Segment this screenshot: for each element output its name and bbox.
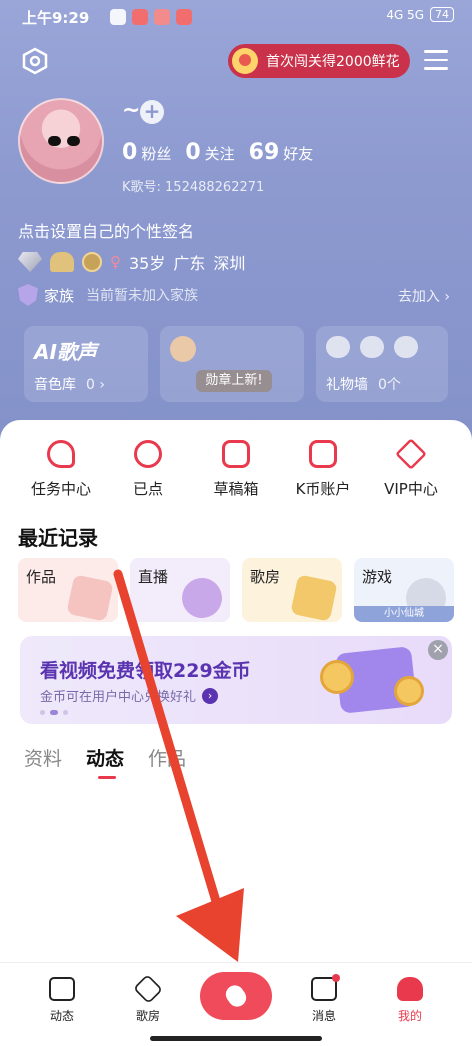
ai-voice-card[interactable]: AI歌声 音色库 0 ›	[24, 326, 148, 402]
nickname[interactable]: ~	[122, 98, 140, 123]
flower-icon	[232, 48, 258, 74]
unread-dot	[332, 974, 340, 982]
nav-me[interactable]: 我的	[380, 977, 440, 1024]
badge-row: ♀ 35岁 广东 深圳	[18, 250, 245, 274]
gold-coin-icon	[320, 660, 354, 694]
game-tag: 小小仙城	[354, 606, 454, 622]
promo-pill[interactable]: 首次闯关得2000鲜花	[228, 44, 410, 78]
treasure-icon[interactable]	[50, 252, 74, 272]
drafts-button[interactable]: 草稿箱	[191, 440, 281, 499]
fans-label[interactable]: 粉丝	[141, 143, 171, 164]
feed-icon	[49, 977, 75, 1001]
disc-icon	[134, 440, 162, 468]
profile-stats: 0 粉丝 0 关注 69 好友	[122, 140, 327, 165]
tab-works[interactable]: 作品	[148, 744, 186, 771]
family-row[interactable]: 家族 当前暂未加入家族	[18, 284, 198, 306]
voice-library-count: 0 ›	[86, 377, 105, 393]
home-indicator[interactable]	[150, 1036, 322, 1041]
city-label: 深圳	[213, 254, 246, 273]
task-center-button[interactable]: 任务中心	[16, 440, 106, 499]
add-icon[interactable]: +	[140, 100, 164, 124]
battery-level: 74	[430, 7, 454, 22]
gender-icon: ♀	[110, 253, 121, 271]
medal-card[interactable]: 勋章上新!	[160, 326, 304, 402]
room-icon	[290, 574, 338, 622]
recent-game-card[interactable]: 游戏 小小仙城	[354, 558, 454, 622]
sing-button[interactable]	[200, 972, 272, 1020]
carousel-dots	[40, 710, 68, 715]
recent-works-card[interactable]: 作品	[18, 558, 118, 622]
ai-voice-logo: AI歌声	[34, 340, 97, 364]
age-label: 35岁	[129, 254, 166, 273]
gift-wall-card[interactable]: 礼物墙 0个	[316, 326, 448, 402]
quick-actions: 任务中心 已点 草稿箱 K币账户 VIP中心	[0, 438, 472, 510]
friends-count[interactable]: 69	[249, 140, 280, 165]
notification-icon	[110, 9, 126, 25]
signature[interactable]: 点击设置自己的个性签名	[18, 218, 194, 242]
friends-label[interactable]: 好友	[283, 143, 313, 164]
voice-library-label: 音色库	[34, 377, 76, 393]
medal-tag: 勋章上新!	[196, 370, 272, 392]
gift-wall-count: 0个	[378, 377, 401, 393]
family-status: 当前暂未加入家族	[86, 288, 199, 304]
mail-icon	[311, 974, 340, 1001]
tab-profile[interactable]: 资料	[24, 744, 62, 771]
recent-live-card[interactable]: 直播	[130, 558, 230, 622]
close-icon[interactable]: ×	[428, 640, 448, 660]
app-icon	[176, 9, 192, 25]
diamond-icon[interactable]	[18, 252, 42, 272]
medal-icon	[170, 336, 196, 362]
family-shield-icon	[18, 284, 38, 306]
record-icon	[66, 574, 114, 622]
fans-count[interactable]: 0	[122, 140, 137, 165]
gift-icons	[326, 336, 418, 358]
gift-wall-label: 礼物墙	[326, 377, 368, 393]
following-count[interactable]: 0	[185, 140, 200, 165]
app-icon	[154, 9, 170, 25]
status-right: 4G 5G 74	[386, 7, 454, 22]
join-family-link[interactable]: 去加入 ›	[398, 286, 450, 306]
room-house-icon	[132, 973, 164, 1005]
k-coin-button[interactable]: K币账户	[278, 440, 368, 499]
k-id: K歌号: 152488262271	[122, 180, 265, 195]
draft-tray-icon	[222, 440, 250, 468]
profile-tabs: 资料 动态 作品	[24, 744, 186, 779]
nav-feed[interactable]: 动态	[32, 977, 92, 1024]
feature-cards: AI歌声 音色库 0 › 勋章上新! 礼物墙 0个	[24, 326, 448, 402]
nav-messages[interactable]: 消息	[294, 974, 354, 1024]
following-label[interactable]: 关注	[205, 143, 235, 164]
signal-label: 4G 5G	[386, 7, 424, 22]
status-time: 上午9:29	[22, 9, 90, 27]
recent-title: 最近记录	[18, 526, 98, 550]
settings-hex-icon[interactable]	[20, 46, 50, 76]
recent-room-card[interactable]: 歌房	[242, 558, 342, 622]
avatar[interactable]	[18, 98, 104, 184]
arrow-right-icon: ›	[202, 687, 219, 704]
wallet-icon	[309, 440, 337, 468]
banner-sub: 金币可在用户中心兑换好礼	[40, 690, 197, 705]
gold-coin-icon	[394, 676, 424, 706]
menu-icon[interactable]	[424, 50, 448, 70]
vip-center-button[interactable]: VIP中心	[366, 438, 456, 499]
status-bar: 上午9:29 4G 5G 74	[0, 0, 472, 34]
tab-feed[interactable]: 动态	[86, 744, 124, 779]
vip-diamond-icon	[395, 438, 427, 470]
coin-icon[interactable]	[82, 252, 102, 272]
person-icon	[397, 977, 423, 1001]
promo-text: 首次闯关得2000鲜花	[266, 54, 400, 70]
banner-headline: 看视频免费领取229金币	[40, 660, 251, 682]
notification-icons	[110, 9, 192, 25]
coin-banner[interactable]: 看视频免费领取229金币 金币可在用户中心兑换好礼 › ×	[20, 636, 452, 724]
family-label: 家族	[44, 286, 75, 305]
app-icon	[132, 9, 148, 25]
nav-rooms[interactable]: 歌房	[118, 973, 178, 1024]
province-label: 广东	[173, 254, 206, 273]
live-tv-icon	[178, 574, 226, 622]
task-flower-icon	[47, 440, 75, 468]
mic-icon	[222, 981, 250, 1011]
requested-button[interactable]: 已点	[103, 440, 193, 499]
